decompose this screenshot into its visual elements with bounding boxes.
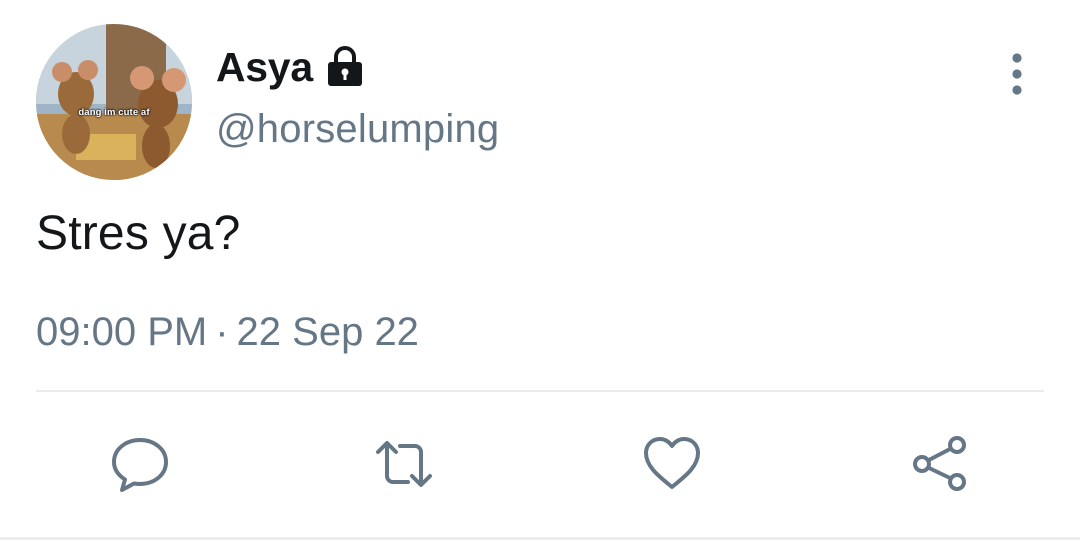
tweet-date: 22 Sep 22: [236, 310, 419, 354]
tweet-text: Stres ya?: [36, 207, 241, 260]
avatar-caption: dang im cute af: [78, 107, 150, 118]
user-handle[interactable]: @horselumping: [216, 107, 499, 152]
speech-bubble-icon: [112, 438, 168, 492]
tweet-timestamp: 09:00 PM · 22 Sep 22: [36, 310, 419, 355]
author-name-row: Asya: [216, 40, 365, 94]
divider: [36, 390, 1044, 392]
bottom-border: [0, 537, 1080, 540]
display-name[interactable]: Asya: [216, 44, 313, 91]
meta-separator: ·: [215, 310, 229, 354]
tweet-time: 09:00 PM: [36, 310, 208, 354]
avatar-image: [36, 24, 192, 180]
retweet-icon: [376, 441, 432, 487]
like-button[interactable]: [640, 432, 704, 496]
retweet-button[interactable]: [372, 432, 436, 496]
share-icon: [913, 436, 966, 491]
vertical-ellipsis-icon: [1012, 53, 1022, 95]
lock-icon: [325, 45, 365, 89]
more-options-button[interactable]: [1002, 52, 1032, 98]
heart-icon: [644, 437, 700, 489]
avatar[interactable]: dang im cute af: [36, 24, 192, 180]
reply-button[interactable]: [108, 432, 172, 496]
share-button[interactable]: [908, 432, 972, 496]
